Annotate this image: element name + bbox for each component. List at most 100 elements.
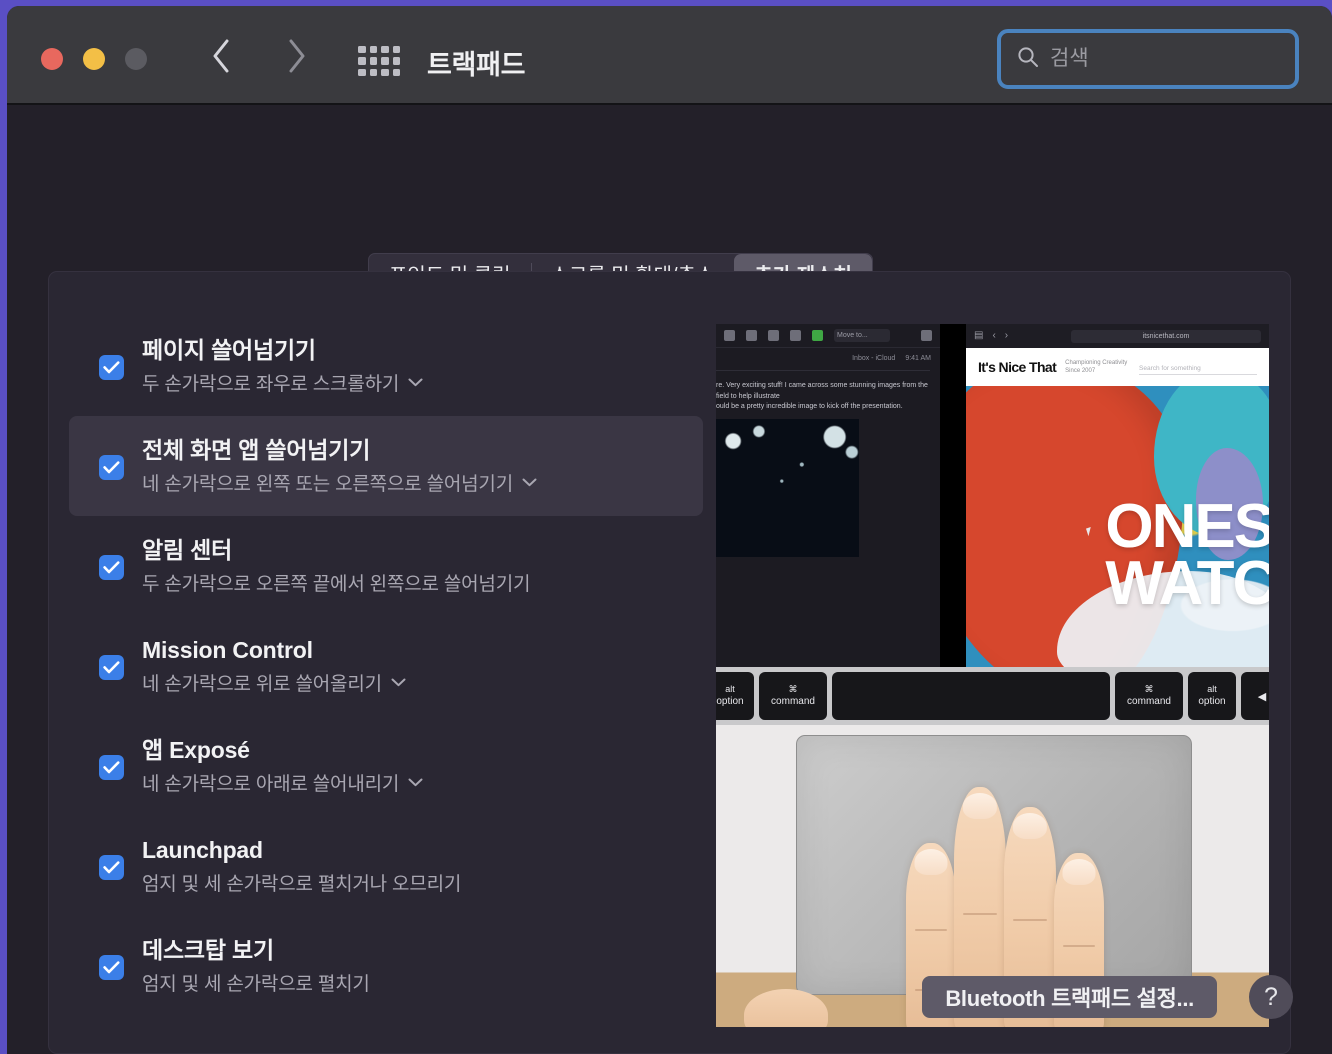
chevron-down-icon[interactable] [522, 478, 537, 487]
gesture-text: Launchpad 엄지 및 세 손가락으로 펼치거나 오므리기 [142, 836, 461, 897]
key-arrow-left: ◀ [1241, 672, 1269, 720]
gesture-list: 페이지 쓸어넘기기 두 손가락으로 좌우로 스크롤하기 전체 화면 앱 쓸어넘기… [69, 316, 703, 1016]
key-option-left: alt option [716, 672, 754, 720]
chevron-left-icon [211, 39, 231, 73]
mail-folder-label: Inbox - iCloud [852, 355, 896, 362]
fingernail [1062, 859, 1096, 885]
demo-window-gap [940, 324, 966, 667]
checkbox-mission-control[interactable] [99, 654, 124, 680]
settings-card: 페이지 쓸어넘기기 두 손가락으로 좌우로 스크롤하기 전체 화면 앱 쓸어넘기… [48, 271, 1291, 1054]
gesture-row-page-swipe[interactable]: 페이지 쓸어넘기기 두 손가락으로 좌우로 스크롤하기 [69, 316, 703, 416]
mail-forward-icon [790, 330, 801, 341]
checkbox-notification-center[interactable] [99, 554, 124, 580]
gesture-title: 전체 화면 앱 쓸어넘기기 [142, 436, 371, 463]
gesture-subtitle: 엄지 및 세 손가락으로 펼치거나 오므리기 [142, 874, 462, 896]
gesture-subtitle-row: 네 손가락으로 왼쪽 또는 오른쪽으로 쓸어넘기기 [142, 469, 537, 496]
gesture-title: 데스크탑 보기 [142, 936, 274, 963]
mail-time-label: 9:41 AM [905, 355, 931, 362]
gesture-text: 페이지 쓸어넘기기 두 손가락으로 좌우로 스크롤하기 [142, 336, 423, 397]
gesture-subtitle: 두 손가락으로 좌우로 스크롤하기 [142, 374, 400, 396]
gesture-row-mission-control[interactable]: Mission Control 네 손가락으로 위로 쓸어올리기 [69, 616, 703, 716]
gesture-row-launchpad[interactable]: Launchpad 엄지 및 세 손가락으로 펼치거나 오므리기 [69, 816, 703, 916]
fingernail [1012, 813, 1048, 839]
site-header: It's Nice That Championing Creativity Si… [966, 348, 1269, 386]
gesture-subtitle-row: 엄지 및 세 손가락으로 펼치기 [142, 969, 370, 996]
window-titlebar: 트랙패드 [7, 6, 1332, 105]
mail-flag-icon [812, 330, 823, 341]
hero-headline-line-2: WATC [1105, 549, 1269, 619]
hero-headline: ONES WATC [1105, 496, 1269, 615]
knuckle-crease [915, 929, 947, 931]
gesture-title: 페이지 쓸어넘기기 [142, 336, 316, 363]
gesture-subtitle-row: 엄지 및 세 손가락으로 펼치거나 오므리기 [142, 869, 461, 896]
mail-body: re. Very exciting stuff! I came across s… [716, 371, 940, 557]
gesture-title: 알림 센터 [142, 536, 233, 563]
gesture-subtitle-row: 두 손가락으로 좌우로 스크롤하기 [142, 369, 423, 396]
preferences-window: 트랙패드 포인트 및 클릭 스크롤 및 확대/축소 추가 제스처 [7, 6, 1332, 1054]
show-all-grid-icon[interactable] [358, 46, 400, 76]
key-spacebar [832, 672, 1110, 720]
gesture-text: 데스크탑 보기 엄지 및 세 손가락으로 펼치기 [142, 936, 370, 997]
mail-toolbar: Move to... [716, 324, 940, 348]
minimize-window-button[interactable] [83, 48, 105, 70]
checkbox-page-swipe[interactable] [99, 354, 124, 380]
gesture-row-fullscreen-app-swipe[interactable]: 전체 화면 앱 쓸어넘기기 네 손가락으로 왼쪽 또는 오른쪽으로 쓸어넘기기 [69, 416, 703, 516]
bluetooth-trackpad-setup-button[interactable]: Bluetooth 트랙패드 설정... [922, 976, 1217, 1018]
gesture-text: 앱 Exposé 네 손가락으로 아래로 쓸어내리기 [142, 736, 423, 797]
safari-forward-icon: › [1004, 330, 1009, 341]
chevron-down-icon[interactable] [408, 378, 423, 387]
search-field[interactable] [997, 29, 1299, 89]
gesture-subtitle-row: 네 손가락으로 아래로 쓸어내리기 [142, 769, 423, 796]
back-button[interactable] [199, 34, 243, 78]
close-window-button[interactable] [41, 48, 63, 70]
gesture-row-notification-center[interactable]: 알림 센터 두 손가락으로 오른쪽 끝에서 왼쪽으로 쓸어넘기기 [69, 516, 703, 616]
gesture-title: Launchpad [142, 836, 263, 863]
chevron-down-icon[interactable] [408, 778, 423, 787]
preferences-body: 포인트 및 클릭 스크롤 및 확대/축소 추가 제스처 페이지 쓸어넘기기 두 … [7, 105, 1332, 1054]
mail-sidebar-icon [724, 330, 735, 341]
knuckle-crease [1013, 919, 1047, 921]
demo-mail-window: Move to... Inbox - iCloud 9:41 AM re. Ve… [716, 324, 940, 667]
key-command-right: ⌘ command [1115, 672, 1183, 720]
forward-button[interactable] [275, 34, 319, 78]
mail-search-icon [921, 330, 932, 341]
thumb [744, 989, 828, 1027]
site-search-field: Search for something [1139, 360, 1257, 375]
checkbox-show-desktop[interactable] [99, 954, 124, 980]
chevron-right-icon [287, 39, 307, 73]
gesture-subtitle: 네 손가락으로 위로 쓸어올리기 [142, 674, 382, 696]
demo-keyboard-row: alt option ⌘ command ⌘ command alt optio… [716, 667, 1269, 725]
gesture-subtitle: 엄지 및 세 손가락으로 펼치기 [142, 974, 370, 996]
page-title: 트랙패드 [427, 50, 526, 80]
key-command-left: ⌘ command [759, 672, 827, 720]
safari-sidebar-icon: ▤ [974, 330, 984, 341]
mail-move-to-button: Move to... [834, 329, 890, 342]
gesture-title: 앱 Exposé [142, 736, 250, 763]
site-tagline-line-1: Championing Creativity [1065, 359, 1128, 366]
gesture-text: Mission Control 네 손가락으로 위로 쓸어올리기 [142, 636, 406, 697]
mail-reply-all-icon [768, 330, 779, 341]
checkbox-app-expose[interactable] [99, 754, 124, 780]
gesture-text: 알림 센터 두 손가락으로 오른쪽 끝에서 왼쪽으로 쓸어넘기기 [142, 536, 530, 597]
help-button[interactable]: ? [1249, 975, 1293, 1019]
zoom-window-button[interactable] [125, 48, 147, 70]
gesture-subtitle: 네 손가락으로 왼쪽 또는 오른쪽으로 쓸어넘기기 [142, 474, 513, 496]
search-icon [1017, 46, 1039, 73]
site-search-placeholder: Search for something [1139, 364, 1201, 372]
traffic-light-group [41, 48, 147, 70]
demo-screen-area: Move to... Inbox - iCloud 9:41 AM re. Ve… [716, 324, 1269, 667]
safari-address-bar: itsnicethat.com [1071, 329, 1261, 343]
safari-toolbar: ▤ ‹ › itsnicethat.com [966, 324, 1269, 348]
gesture-row-show-desktop[interactable]: 데스크탑 보기 엄지 및 세 손가락으로 펼치기 [69, 916, 703, 1016]
chevron-down-icon[interactable] [391, 678, 406, 687]
site-hero-artwork: ONES WATC [966, 386, 1269, 667]
demo-safari-window: ▤ ‹ › itsnicethat.com It's Nice That Cha… [966, 324, 1269, 667]
mail-body-line-2: ould be a pretty incredible image to kic… [716, 403, 903, 410]
gesture-row-app-expose[interactable]: 앱 Exposé 네 손가락으로 아래로 쓸어내리기 [69, 716, 703, 816]
gesture-title: Mission Control [142, 636, 313, 663]
gesture-subtitle: 네 손가락으로 아래로 쓸어내리기 [142, 774, 400, 796]
checkbox-fullscreen-app-swipe[interactable] [99, 454, 124, 480]
search-input[interactable] [1050, 47, 1270, 71]
checkbox-launchpad[interactable] [99, 854, 124, 880]
mail-attached-photo [716, 418, 859, 557]
